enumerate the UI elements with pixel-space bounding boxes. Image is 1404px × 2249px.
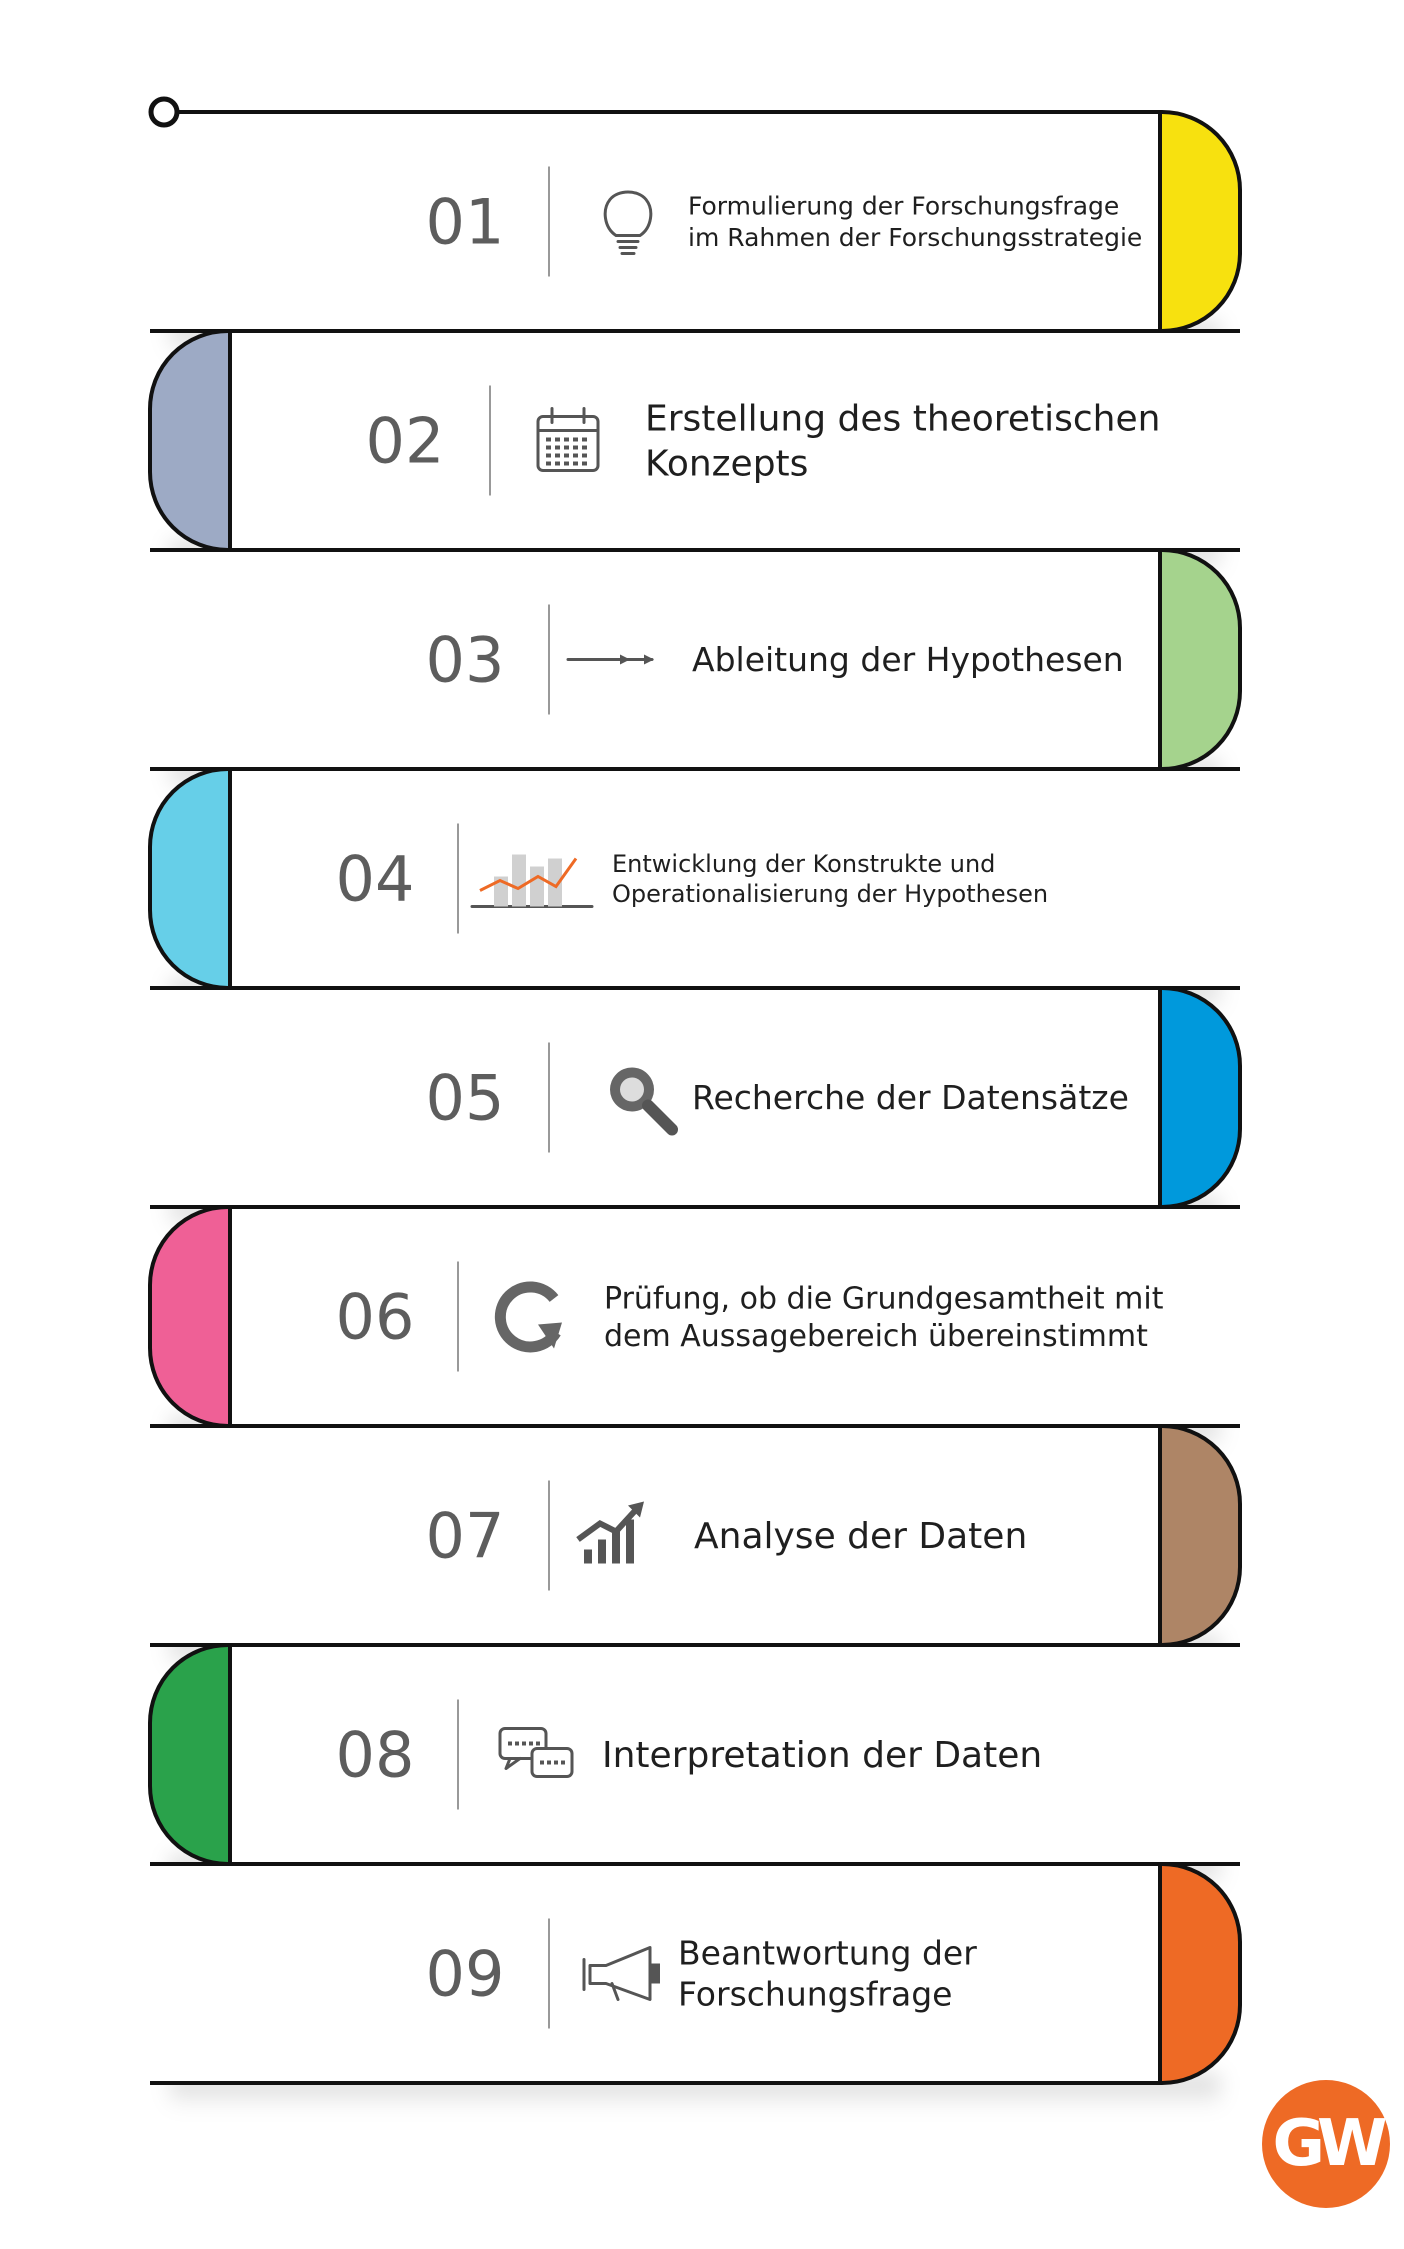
step-number: 06 — [336, 1281, 415, 1354]
step-number: 08 — [336, 1719, 415, 1792]
step-label-line: Formulierung der Forschungsfrage — [688, 192, 1119, 221]
step-band-09 — [150, 1862, 1242, 2085]
band-body — [150, 1207, 1240, 1426]
band-body — [150, 112, 1240, 331]
step-label-line: Analyse der Daten — [694, 1516, 1027, 1557]
step-band-01 — [150, 110, 1242, 333]
step-label-line: Erstellung des theoretischen — [645, 399, 1160, 440]
step-number: 03 — [426, 624, 505, 697]
step-label-line: Interpretation der Daten — [602, 1735, 1042, 1776]
step-label-line: Prüfung, ob die Grundgesamtheit mit — [604, 1281, 1164, 1316]
step-band-06 — [148, 1205, 1240, 1428]
band-body — [150, 1864, 1240, 2083]
process-diagram: 01 Formulierung der Forschungsfrageim Rah… — [148, 96, 1242, 2109]
step-label-line: Recherche der Datensätze — [692, 1078, 1129, 1117]
band-body — [150, 769, 1240, 988]
start-marker — [148, 96, 180, 128]
step-number: 07 — [426, 1500, 505, 1573]
step-number: 05 — [426, 1062, 505, 1135]
step-label-line: Entwicklung der Konstrukte und — [612, 850, 995, 878]
step-label-line: Forschungsfrage — [678, 1975, 952, 2014]
step-number: 09 — [426, 1938, 505, 2011]
step-number: 01 — [426, 186, 505, 259]
step-label-line: Beantwortung der — [678, 1933, 977, 1972]
step-label-line: Operationalisierung der Hypothesen — [612, 880, 1048, 908]
step-band-04 — [148, 767, 1240, 990]
step-label-line: im Rahmen der Forschungsstrategie — [688, 223, 1142, 252]
step-number: 02 — [366, 405, 445, 478]
step-label-line: dem Aussagebereich übereinstimmt — [604, 1319, 1148, 1354]
step-band-02 — [148, 329, 1240, 552]
band-body — [150, 331, 1240, 550]
brand-logo: GW — [1262, 2080, 1390, 2208]
step-label-line: Ableitung der Hypothesen — [692, 640, 1124, 679]
step-label-line: Konzepts — [645, 444, 808, 485]
step-number: 04 — [336, 843, 415, 916]
